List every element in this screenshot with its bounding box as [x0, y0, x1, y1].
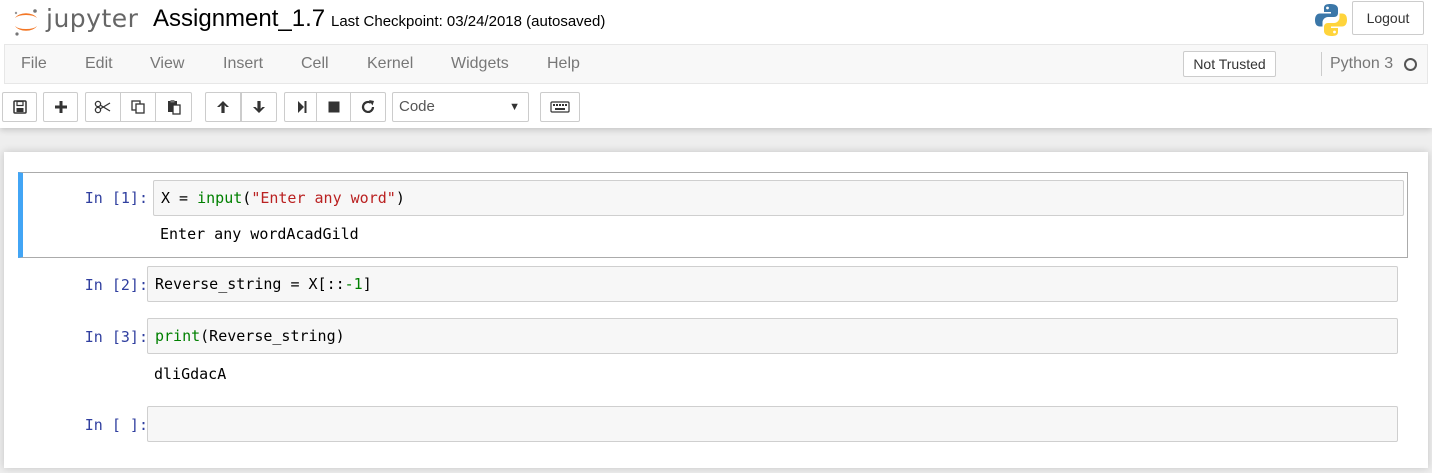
- move-down-button[interactable]: [241, 92, 277, 122]
- checkpoint-status: Last Checkpoint: 03/24/2018 (autosaved): [331, 13, 606, 30]
- not-trusted-button[interactable]: Not Trusted: [1183, 51, 1276, 77]
- menu-view[interactable]: View: [150, 55, 184, 73]
- cut-button[interactable]: [85, 92, 121, 122]
- caret-down-icon: ▼: [509, 101, 520, 113]
- copy-button[interactable]: [120, 92, 156, 122]
- notebook-title[interactable]: Assignment_1.7: [153, 5, 325, 33]
- cell-type-select[interactable]: Code ▼: [392, 92, 529, 122]
- run-button[interactable]: [284, 92, 320, 122]
- kernel-name: Python 3: [1330, 55, 1394, 72]
- python-logo-icon: [1315, 4, 1347, 36]
- copy-icon: [131, 100, 145, 114]
- command-palette-button[interactable]: [540, 92, 580, 122]
- menu-widgets[interactable]: Widgets: [451, 55, 509, 73]
- cell-output: dliGdacA: [154, 365, 227, 383]
- insert-cell-button[interactable]: [43, 92, 78, 122]
- move-up-button[interactable]: [205, 92, 241, 122]
- code-token: (Reverse_string): [200, 327, 345, 345]
- code-cell-2[interactable]: In [2]: Reverse_string = X[::-1]: [18, 260, 1408, 310]
- code-token: (: [242, 189, 252, 207]
- menu-help[interactable]: Help: [547, 55, 580, 73]
- run-icon: [298, 101, 307, 113]
- kernel-idle-indicator-icon: [1404, 58, 1417, 71]
- code-cell-4[interactable]: In [ ]:: [18, 400, 1408, 450]
- code-input[interactable]: [147, 406, 1398, 442]
- cut-icon: [94, 100, 111, 114]
- code-token: X =: [161, 189, 198, 207]
- code-token-string: "Enter any word": [251, 189, 396, 207]
- cell-type-value: Code: [399, 98, 435, 115]
- code-token: Reverse_string = X[::: [155, 275, 345, 293]
- jupyter-wordmark: jupyter: [46, 4, 139, 33]
- stop-icon: [328, 101, 340, 113]
- keyboard-icon: [550, 101, 570, 113]
- notebook-container: In [1]: X = input("Enter any word") Ente…: [4, 152, 1428, 468]
- arrow-down-icon: [253, 101, 265, 113]
- code-input[interactable]: print(Reverse_string): [147, 318, 1398, 354]
- arrow-up-icon: [217, 101, 229, 113]
- code-input[interactable]: Reverse_string = X[::-1]: [147, 266, 1398, 302]
- menu-edit[interactable]: Edit: [85, 55, 113, 73]
- save-button[interactable]: [2, 92, 37, 122]
- kernel-separator: [1321, 52, 1322, 76]
- input-prompt: In [3]:: [84, 328, 148, 346]
- input-prompt: In [1]:: [84, 189, 148, 207]
- interrupt-button[interactable]: [316, 92, 352, 122]
- code-cell-1[interactable]: In [1]: X = input("Enter any word") Ente…: [18, 172, 1408, 258]
- logout-button[interactable]: Logout: [1352, 1, 1424, 35]
- menu-file[interactable]: File: [21, 55, 47, 73]
- paste-button[interactable]: [155, 92, 192, 122]
- code-token: ]: [362, 275, 372, 293]
- menu-kernel[interactable]: Kernel: [367, 55, 413, 73]
- restart-button[interactable]: [350, 92, 386, 122]
- save-icon: [12, 100, 27, 114]
- code-cell-3[interactable]: In [3]: print(Reverse_string) dliGdacA: [18, 312, 1408, 396]
- input-prompt: In [2]:: [84, 276, 148, 294]
- input-prompt: In [ ]:: [84, 416, 148, 434]
- paste-icon: [167, 100, 181, 115]
- menu-insert[interactable]: Insert: [223, 55, 263, 73]
- code-token-number: -1: [344, 275, 363, 293]
- jupyter-ring-icon: [14, 9, 37, 36]
- cell-output: Enter any wordAcadGild: [160, 225, 359, 243]
- restart-icon: [361, 100, 375, 113]
- code-token: ): [395, 189, 405, 207]
- code-token-builtin: input: [197, 189, 243, 207]
- header: jupyter Assignment_1.7 Last Checkpoint: …: [0, 0, 1432, 128]
- code-input[interactable]: X = input("Enter any word"): [153, 180, 1404, 216]
- code-token-builtin: print: [155, 327, 201, 345]
- menu-cell[interactable]: Cell: [301, 55, 329, 73]
- plus-icon: [54, 101, 67, 113]
